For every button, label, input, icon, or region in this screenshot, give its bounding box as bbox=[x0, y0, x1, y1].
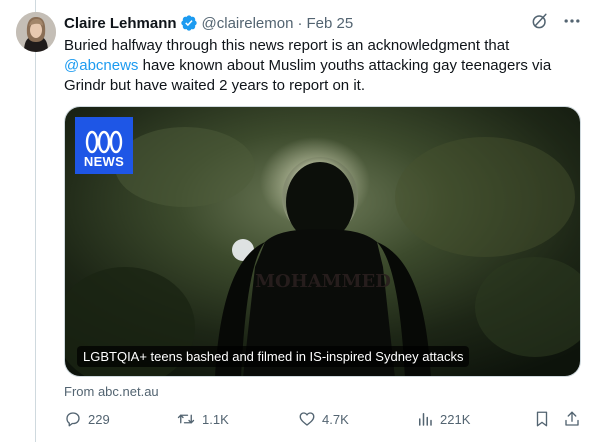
repost-icon bbox=[177, 414, 195, 424]
svg-text:MOHAMMED: MOHAMMED bbox=[255, 271, 391, 292]
mention-link[interactable]: @abcnews bbox=[64, 57, 138, 74]
views-icon bbox=[419, 413, 432, 426]
author-handle[interactable]: @clairelemon bbox=[202, 15, 294, 32]
abc-news-logo: NEWS bbox=[75, 117, 133, 174]
tweet-top-actions bbox=[530, 11, 582, 31]
like-button[interactable]: 4.7K bbox=[298, 410, 349, 428]
share-button[interactable] bbox=[563, 410, 581, 428]
thread-line bbox=[35, 0, 36, 442]
link-source[interactable]: From abc.net.au bbox=[64, 384, 159, 399]
views-button[interactable]: 221K bbox=[416, 410, 470, 428]
grok-icon[interactable] bbox=[530, 11, 550, 31]
tweet-text: Buried halfway through this news report … bbox=[64, 36, 564, 96]
verified-badge-icon[interactable] bbox=[180, 14, 198, 32]
like-count: 4.7K bbox=[322, 411, 349, 427]
abc-news-label: NEWS bbox=[83, 154, 125, 169]
tweet-action-bar: 229 1.1K 4.7K 221K bbox=[64, 410, 584, 432]
repost-button[interactable]: 1.1K bbox=[176, 410, 229, 428]
tweet-text-part-1: Buried halfway through this news report … bbox=[64, 37, 510, 54]
tweet-header: Claire Lehmann @clairelemon · Feb 25 bbox=[64, 12, 353, 34]
bookmark-button[interactable] bbox=[533, 410, 551, 428]
like-icon bbox=[299, 412, 315, 426]
header-separator: · bbox=[297, 14, 303, 32]
author-name[interactable]: Claire Lehmann bbox=[64, 15, 177, 32]
avatar[interactable] bbox=[16, 12, 56, 52]
abc-lissajous-icon bbox=[85, 130, 123, 154]
reply-button[interactable]: 229 bbox=[64, 410, 110, 428]
views-count: 221K bbox=[440, 411, 471, 427]
tweet-date[interactable]: Feb 25 bbox=[306, 15, 353, 32]
share-icon bbox=[565, 411, 579, 426]
link-card-image[interactable]: MOHAMMED NEWS LGBTQIA+ teens bashed and … bbox=[64, 106, 581, 377]
avatar-image bbox=[16, 12, 56, 52]
more-icon[interactable] bbox=[562, 11, 582, 31]
repost-count: 1.1K bbox=[202, 411, 229, 427]
news-photo: MOHAMMED bbox=[65, 107, 580, 376]
bookmark-icon bbox=[536, 411, 548, 427]
reply-icon bbox=[66, 412, 80, 427]
reply-count: 229 bbox=[88, 411, 110, 427]
link-card-title[interactable]: LGBTQIA+ teens bashed and filmed in IS-i… bbox=[77, 346, 470, 367]
tweet-text-part-2: have known about Muslim youths attacking… bbox=[64, 57, 552, 94]
